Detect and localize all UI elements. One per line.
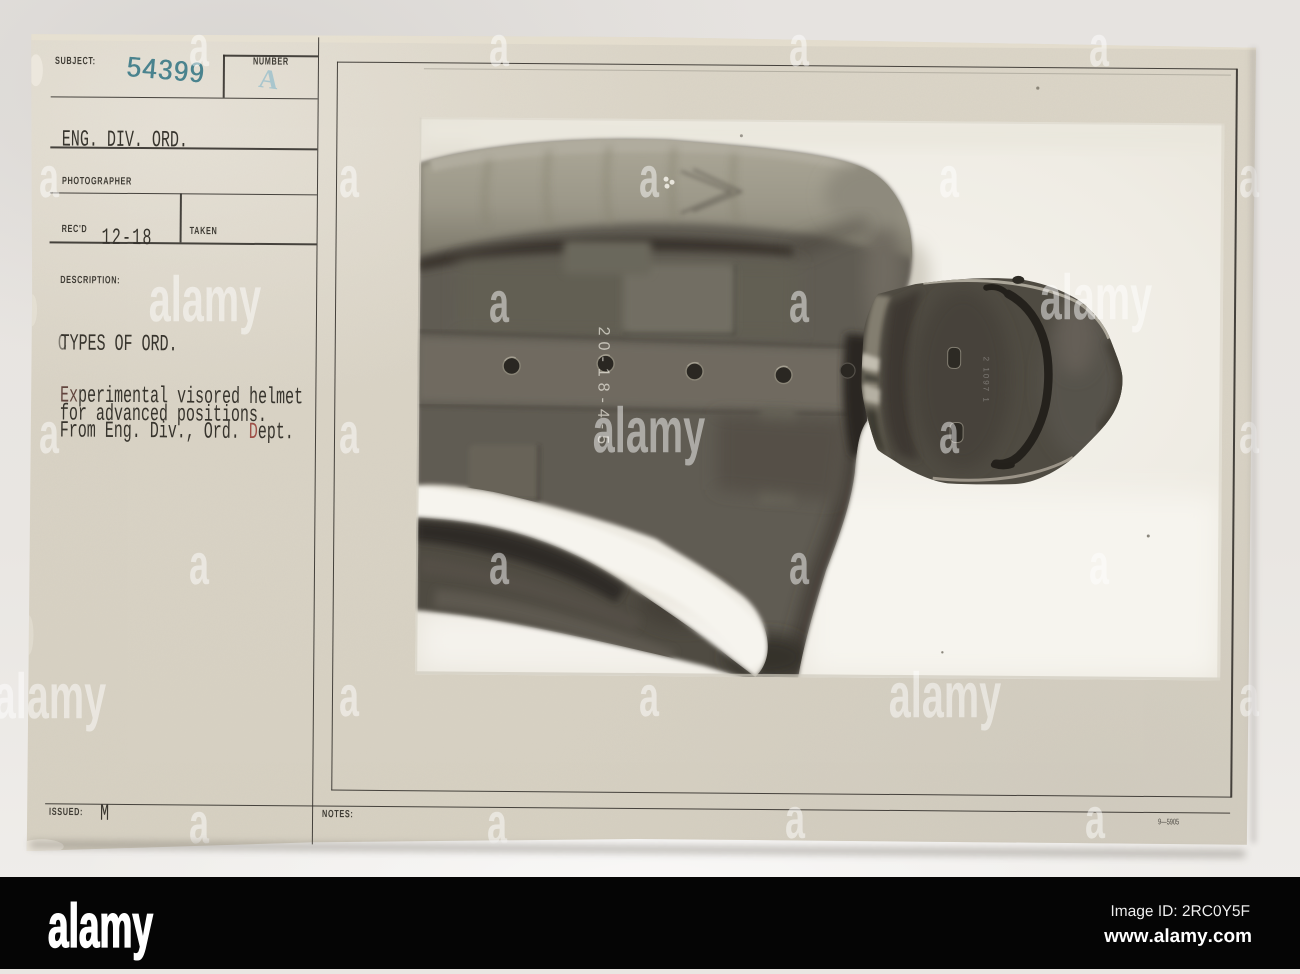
svg-text:20-18-4-5: 20-18-4-5 — [594, 326, 612, 450]
svg-text:2 1097 1: 2 1097 1 — [981, 356, 990, 403]
